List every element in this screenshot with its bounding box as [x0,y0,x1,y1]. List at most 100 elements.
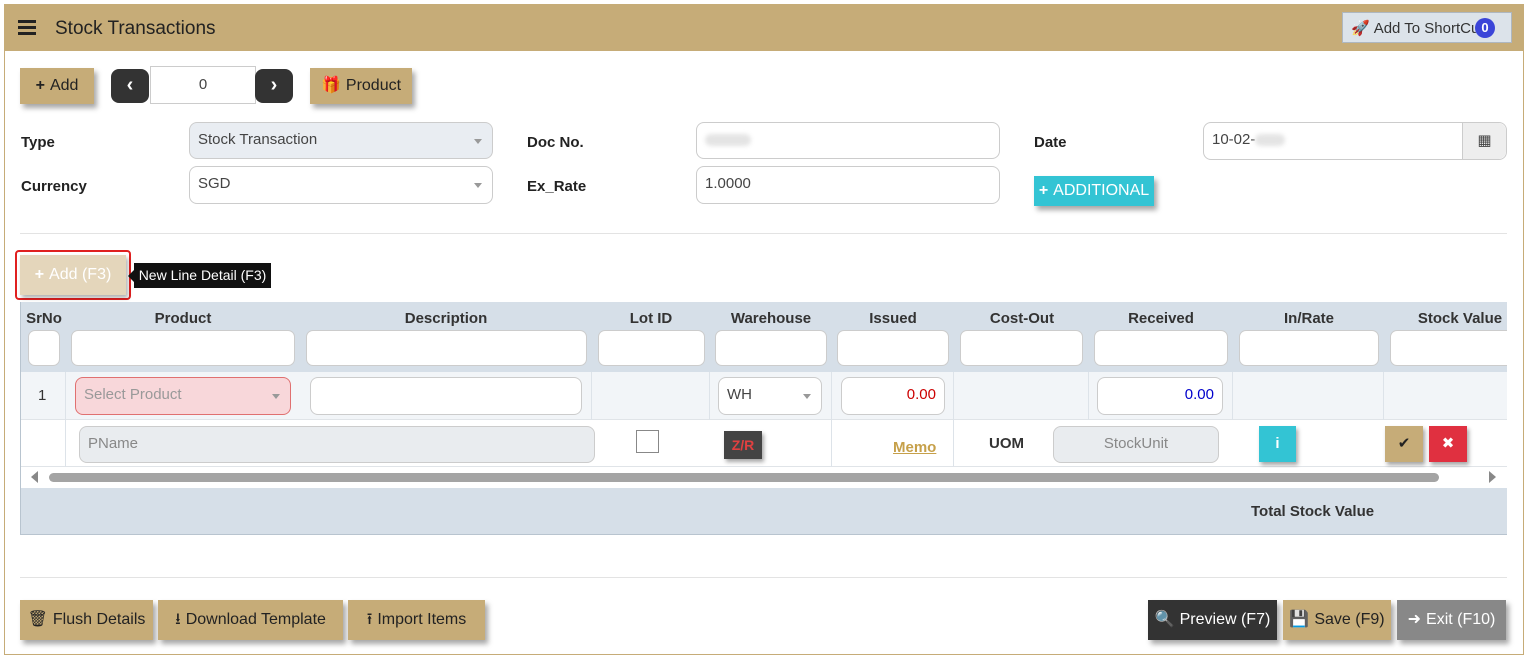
exit-button[interactable]: ➜ Exit (F10) [1397,600,1506,640]
download-template-button[interactable]: ⭳ Download Template [158,600,343,640]
check-icon[interactable]: ✔ [1385,426,1423,462]
plus-icon: + [1038,182,1049,199]
delete-icon[interactable]: ✖ [1429,426,1467,462]
row-srno: 1 [38,387,47,404]
lot-checkbox[interactable] [636,430,659,453]
header-bar: Stock Transactions 🚀 Add To ShortCut 0 [5,5,1523,51]
add-line-button[interactable]: + Add (F3) [20,255,126,295]
grid-header: SrNo Product Description Lot ID Warehous… [21,302,1507,372]
col-stockvalue: Stock Value [1417,310,1503,327]
product-label: Product [345,77,402,94]
col-description: Description [404,310,488,327]
redacted-value [705,134,751,147]
exrate-input[interactable]: 1.0000 [696,166,1000,204]
additional-label: ADDITIONAL [1053,182,1150,199]
plus-icon: + [35,77,45,94]
flush-details-button[interactable]: 🗑 Flush Details [20,600,153,640]
received-input[interactable]: 0.00 [1097,377,1223,415]
filter-srno[interactable] [28,330,60,366]
col-issued: Issued [869,310,917,327]
redacted-value [1255,134,1286,147]
col-lotid: Lot ID [629,310,673,327]
add-line-highlight: + Add (F3) [15,250,131,300]
divider [20,233,1507,234]
download-icon: ⭳ [175,611,181,628]
additional-button[interactable]: + ADDITIONAL [1034,176,1154,206]
product-button[interactable]: 🎁 Product [310,68,412,104]
divider [20,577,1507,578]
filter-product[interactable] [71,330,295,366]
filter-description[interactable] [306,330,587,366]
add-to-shortcut-button[interactable]: 🚀 Add To ShortCut 0 [1342,12,1512,43]
product-select[interactable]: Select Product [75,377,291,415]
col-warehouse: Warehouse [730,310,812,327]
chevron-left-icon: ‹ [126,74,134,96]
total-stock-value-label: Total Stock Value [1251,503,1375,520]
caret-down-icon [474,139,482,144]
col-inrate: In/Rate [1283,310,1334,327]
flush-label: Flush Details [52,611,146,628]
grid-footer: Total Stock Value [21,488,1507,534]
add-line-label: Add (F3) [49,266,112,283]
info-icon[interactable]: i [1259,426,1296,462]
search-icon: 🔍 [1154,611,1175,628]
filter-lotid[interactable] [598,330,705,366]
exit-label: Exit (F10) [1426,611,1496,628]
filter-stockvalue[interactable] [1390,330,1507,366]
scroll-right-icon[interactable] [1489,471,1496,483]
trash-icon: 🗑 [27,611,48,628]
horizontal-scrollbar[interactable] [21,468,1507,486]
table-row: 1 Select Product WH 0.00 0.00 [21,372,1507,420]
description-input[interactable] [310,377,582,415]
filter-warehouse[interactable] [715,330,827,366]
col-received: Received [1128,310,1194,327]
calendar-icon[interactable]: ▦ [1462,123,1506,159]
filter-inrate[interactable] [1239,330,1379,366]
upload-icon: ⭱ [366,611,373,628]
plus-icon: + [34,266,45,283]
stockunit-input[interactable]: StockUnit [1053,426,1219,463]
type-select[interactable]: Stock Transaction [189,122,493,159]
filter-received[interactable] [1094,330,1228,366]
warehouse-select[interactable]: WH [718,377,822,415]
save-button[interactable]: 💾 Save (F9) [1283,600,1391,640]
memo-link[interactable]: Memo [893,439,936,456]
save-label: Save (F9) [1314,611,1385,628]
issued-input[interactable]: 0.00 [841,377,945,415]
scroll-left-icon[interactable] [31,471,38,483]
sign-out-icon: ➜ [1407,611,1422,628]
table-row-detail: PName Z/R Memo UOM StockUnit i ✔ ✖ [21,420,1507,467]
pname-input[interactable]: PName [79,426,595,463]
caret-down-icon [474,183,482,188]
chevron-right-icon: › [270,74,278,96]
import-label: Import Items [377,611,467,628]
download-label: Download Template [185,611,326,628]
currency-select[interactable]: SGD [189,166,493,204]
line-grid: SrNo Product Description Lot ID Warehous… [20,302,1507,535]
import-items-button[interactable]: ⭱ Import Items [348,600,485,640]
date-input[interactable]: 10-02- ▦ [1203,122,1507,160]
menu-icon[interactable] [18,20,36,36]
currency-value: SGD [198,175,231,192]
filter-costout[interactable] [960,330,1083,366]
docno-input[interactable] [696,122,1000,159]
col-product: Product [154,310,212,327]
add-button[interactable]: + Add [20,68,94,104]
gift-icon: 🎁 [320,77,341,94]
exrate-label: Ex_Rate [527,178,587,195]
shortcut-count-badge: 0 [1475,18,1495,38]
next-button[interactable]: › [255,69,293,103]
currency-label: Currency [21,178,87,195]
col-srno: SrNo [26,310,62,327]
scroll-thumb[interactable] [49,473,1439,482]
preview-button[interactable]: 🔍 Preview (F7) [1148,600,1277,640]
zero-rate-button[interactable]: Z/R [724,431,762,459]
preview-label: Preview (F7) [1179,611,1271,628]
docno-label: Doc No. [527,134,584,151]
product-placeholder: Select Product [84,386,182,403]
caret-down-icon [803,394,811,399]
record-counter[interactable]: 0 [150,66,256,104]
floppy-icon: 💾 [1289,611,1310,628]
filter-issued[interactable] [837,330,949,366]
previous-button[interactable]: ‹ [111,69,149,103]
